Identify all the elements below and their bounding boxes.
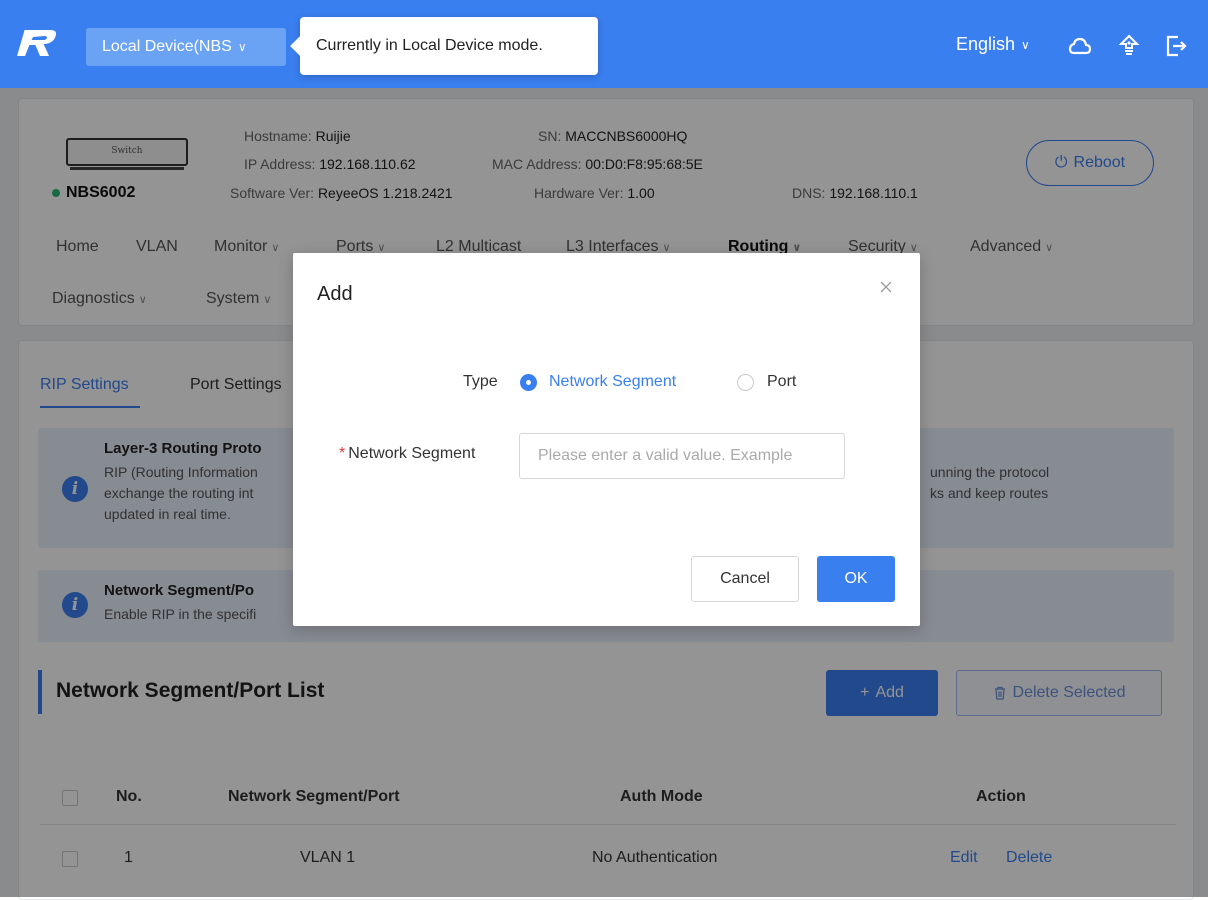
chevron-down-icon: ∨ — [237, 40, 247, 54]
upgrade-icon[interactable] — [1117, 34, 1141, 58]
chevron-down-icon: ∨ — [1021, 37, 1030, 52]
mode-tooltip: Currently in Local Device mode. — [300, 17, 598, 75]
dialog-title: Add — [317, 283, 353, 305]
network-segment-input[interactable] — [519, 433, 845, 479]
required-marker: * — [339, 445, 346, 462]
radio-network-segment-label[interactable]: Network Segment — [549, 373, 676, 391]
cloud-icon[interactable] — [1068, 34, 1092, 58]
type-label: Type — [463, 373, 498, 390]
close-icon[interactable] — [878, 279, 894, 295]
cancel-button[interactable]: Cancel — [691, 556, 799, 602]
radio-port[interactable] — [737, 374, 754, 391]
network-segment-label: * Network Segment — [339, 445, 476, 462]
device-mode-label: Local Device(NBS — [102, 38, 232, 55]
device-mode-dropdown[interactable]: Local Device(NBS ∨ — [86, 28, 286, 66]
ok-button[interactable]: OK — [817, 556, 895, 602]
mode-tooltip-text: Currently in Local Device mode. — [316, 37, 543, 54]
language-dropdown[interactable]: English ∨ — [956, 34, 1030, 55]
add-dialog: Add Type Network Segment Port * Network S… — [293, 253, 920, 626]
radio-port-label[interactable]: Port — [767, 373, 796, 391]
radio-network-segment[interactable] — [520, 374, 537, 391]
language-label: English — [956, 34, 1016, 54]
ruijie-logo[interactable] — [16, 28, 56, 58]
top-bar: Local Device(NBS ∨ Currently in Local De… — [0, 0, 1208, 88]
logout-icon[interactable] — [1164, 34, 1188, 58]
